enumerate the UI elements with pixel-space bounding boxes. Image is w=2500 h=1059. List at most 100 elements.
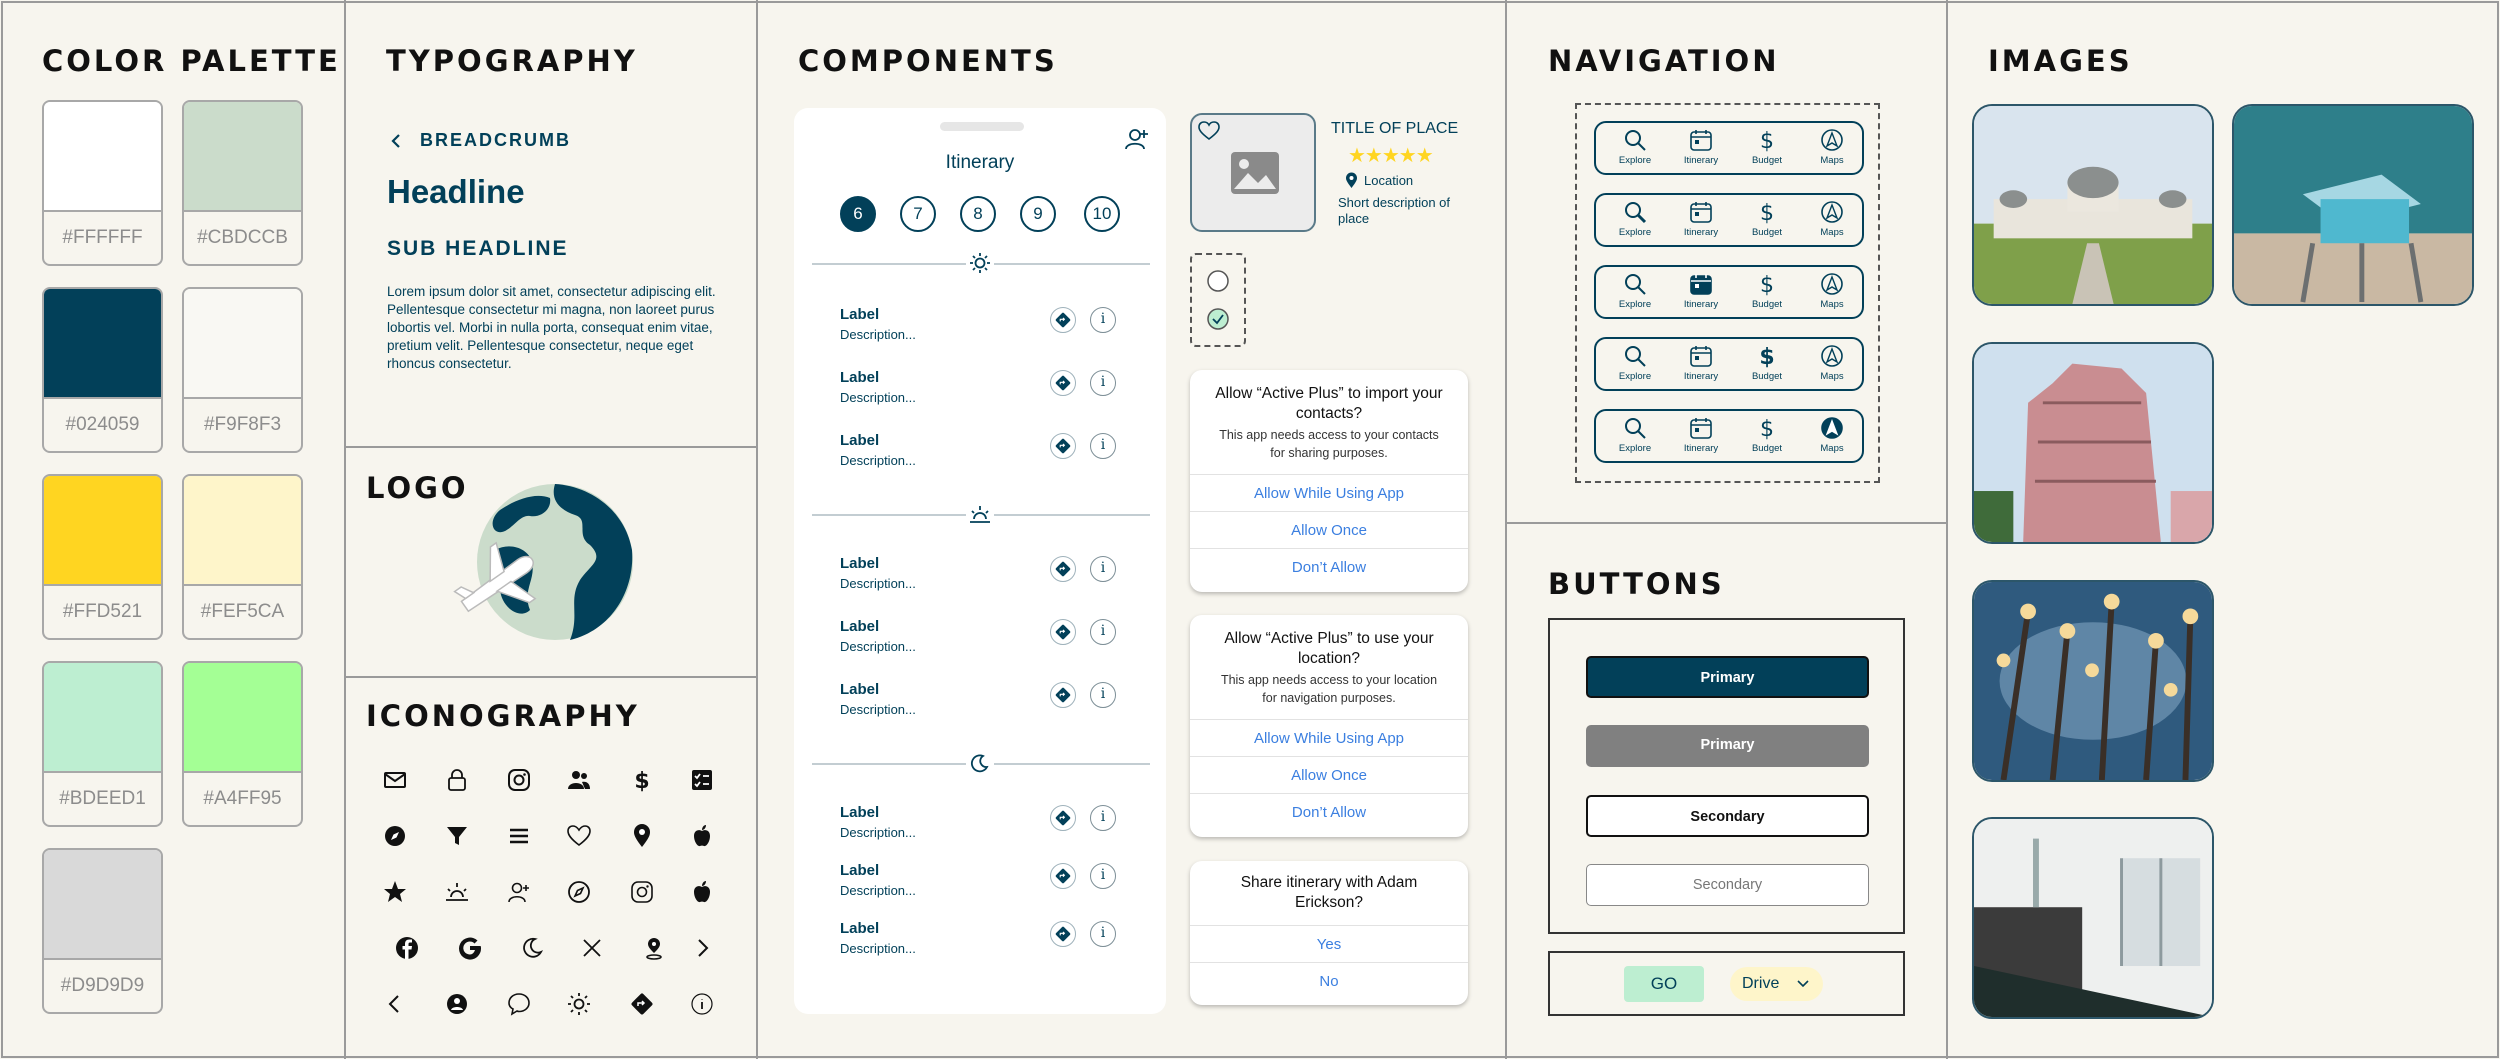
- radio-checked[interactable]: [1206, 307, 1230, 331]
- itinerary-item-label[interactable]: Label: [840, 804, 879, 821]
- allow-while-using-button[interactable]: Allow While Using App: [1190, 474, 1468, 511]
- radio-unchecked[interactable]: [1206, 269, 1230, 293]
- dont-allow-button[interactable]: Don’t Allow: [1190, 793, 1468, 830]
- no-button[interactable]: No: [1190, 962, 1468, 999]
- info-icon[interactable]: i: [1090, 682, 1116, 708]
- apple-outline-icon[interactable]: [685, 875, 719, 909]
- location-pin-icon[interactable]: [625, 819, 659, 853]
- directions-icon[interactable]: [1050, 307, 1076, 333]
- itinerary-item-label[interactable]: Label: [840, 432, 879, 449]
- allow-once-button[interactable]: Allow Once: [1190, 756, 1468, 793]
- instagram-icon[interactable]: [502, 763, 536, 797]
- menu-icon[interactable]: [502, 819, 536, 853]
- nav-item-maps[interactable]: Maps: [1802, 199, 1862, 238]
- primary-button[interactable]: Primary: [1586, 656, 1869, 698]
- heart-icon[interactable]: [562, 819, 596, 853]
- day-tab-10[interactable]: 10: [1084, 196, 1120, 232]
- nav-item-budget[interactable]: $ Budget: [1737, 271, 1797, 310]
- info-icon[interactable]: i: [1090, 370, 1116, 396]
- compass-outline-icon[interactable]: [562, 875, 596, 909]
- facebook-icon[interactable]: [390, 931, 424, 965]
- day-tab-7[interactable]: 7: [900, 196, 936, 232]
- chevron-left-icon[interactable]: [390, 133, 402, 149]
- info-icon[interactable]: [685, 987, 719, 1021]
- day-tab-8[interactable]: 8: [960, 196, 996, 232]
- nav-item-maps[interactable]: Maps: [1802, 271, 1862, 310]
- breadcrumb[interactable]: BREADCRUMB: [420, 130, 571, 151]
- directions-icon[interactable]: [1050, 805, 1076, 831]
- sun-icon[interactable]: [562, 987, 596, 1021]
- filter-icon[interactable]: [440, 819, 474, 853]
- sheet-handle[interactable]: [940, 122, 1024, 131]
- chevron-right-icon[interactable]: [685, 931, 719, 965]
- allow-once-button[interactable]: Allow Once: [1190, 511, 1468, 548]
- directions-icon[interactable]: [1050, 556, 1076, 582]
- nav-item-budget[interactable]: $ Budget: [1737, 343, 1797, 382]
- nav-item-maps[interactable]: Maps: [1802, 343, 1862, 382]
- nav-item-explore[interactable]: Explore: [1605, 199, 1665, 238]
- info-icon[interactable]: i: [1090, 921, 1116, 947]
- info-icon[interactable]: i: [1090, 863, 1116, 889]
- nav-item-itinerary[interactable]: Itinerary: [1671, 415, 1731, 454]
- itinerary-item-label[interactable]: Label: [840, 369, 879, 386]
- pin-person-icon[interactable]: [637, 931, 671, 965]
- go-button[interactable]: GO: [1624, 966, 1704, 1002]
- heart-icon[interactable]: [1198, 121, 1220, 141]
- directions-icon[interactable]: [1050, 619, 1076, 645]
- compass-icon[interactable]: [378, 819, 412, 853]
- info-icon[interactable]: i: [1090, 433, 1116, 459]
- nav-item-itinerary[interactable]: Itinerary: [1671, 271, 1731, 310]
- itinerary-item-label[interactable]: Label: [840, 618, 879, 635]
- info-icon[interactable]: i: [1090, 805, 1116, 831]
- itinerary-item-label[interactable]: Label: [840, 920, 879, 937]
- yes-button[interactable]: Yes: [1190, 925, 1468, 962]
- dollar-icon[interactable]: $: [625, 763, 659, 797]
- directions-icon[interactable]: [1050, 921, 1076, 947]
- lock-icon[interactable]: [440, 763, 474, 797]
- info-icon[interactable]: i: [1090, 619, 1116, 645]
- nav-item-itinerary[interactable]: Itinerary: [1671, 343, 1731, 382]
- dont-allow-button[interactable]: Don’t Allow: [1190, 548, 1468, 585]
- nav-item-explore[interactable]: Explore: [1605, 271, 1665, 310]
- secondary-button[interactable]: Secondary: [1586, 795, 1869, 837]
- star-icon[interactable]: [378, 875, 412, 909]
- day-tab-6[interactable]: 6: [840, 196, 876, 232]
- add-user-icon[interactable]: [1124, 126, 1150, 152]
- nav-item-itinerary[interactable]: Itinerary: [1671, 199, 1731, 238]
- itinerary-item-label[interactable]: Label: [840, 306, 879, 323]
- drive-dropdown[interactable]: Drive: [1730, 967, 1823, 1001]
- chat-bubble-icon[interactable]: [502, 987, 536, 1021]
- nav-item-explore[interactable]: Explore: [1605, 343, 1665, 382]
- moon-icon[interactable]: [515, 931, 549, 965]
- itinerary-item-label[interactable]: Label: [840, 862, 879, 879]
- checklist-icon[interactable]: [685, 763, 719, 797]
- google-icon[interactable]: [453, 931, 487, 965]
- directions-icon[interactable]: [1050, 433, 1076, 459]
- chevron-left-icon[interactable]: [378, 987, 412, 1021]
- nav-item-maps[interactable]: Maps: [1802, 127, 1862, 166]
- directions-icon[interactable]: [625, 987, 659, 1021]
- mail-icon[interactable]: [378, 763, 412, 797]
- nav-item-maps[interactable]: Maps: [1802, 415, 1862, 454]
- nav-item-explore[interactable]: Explore: [1605, 415, 1665, 454]
- sunrise-icon[interactable]: [440, 875, 474, 909]
- info-icon[interactable]: i: [1090, 307, 1116, 333]
- allow-while-using-button[interactable]: Allow While Using App: [1190, 719, 1468, 756]
- instagram-outline-icon[interactable]: [625, 875, 659, 909]
- avatar-icon[interactable]: [440, 987, 474, 1021]
- info-icon[interactable]: i: [1090, 556, 1116, 582]
- nav-item-budget[interactable]: $ Budget: [1737, 199, 1797, 238]
- place-image-placeholder[interactable]: [1190, 113, 1316, 232]
- day-tab-9[interactable]: 9: [1020, 196, 1056, 232]
- close-icon[interactable]: [575, 931, 609, 965]
- itinerary-item-label[interactable]: Label: [840, 555, 879, 572]
- apple-icon[interactable]: [685, 819, 719, 853]
- directions-icon[interactable]: [1050, 682, 1076, 708]
- nav-item-explore[interactable]: Explore: [1605, 127, 1665, 166]
- secondary-button-disabled[interactable]: Secondary: [1586, 864, 1869, 906]
- nav-item-budget[interactable]: $ Budget: [1737, 127, 1797, 166]
- add-user-icon[interactable]: [502, 875, 536, 909]
- nav-item-budget[interactable]: $ Budget: [1737, 415, 1797, 454]
- itinerary-item-label[interactable]: Label: [840, 681, 879, 698]
- nav-item-itinerary[interactable]: Itinerary: [1671, 127, 1731, 166]
